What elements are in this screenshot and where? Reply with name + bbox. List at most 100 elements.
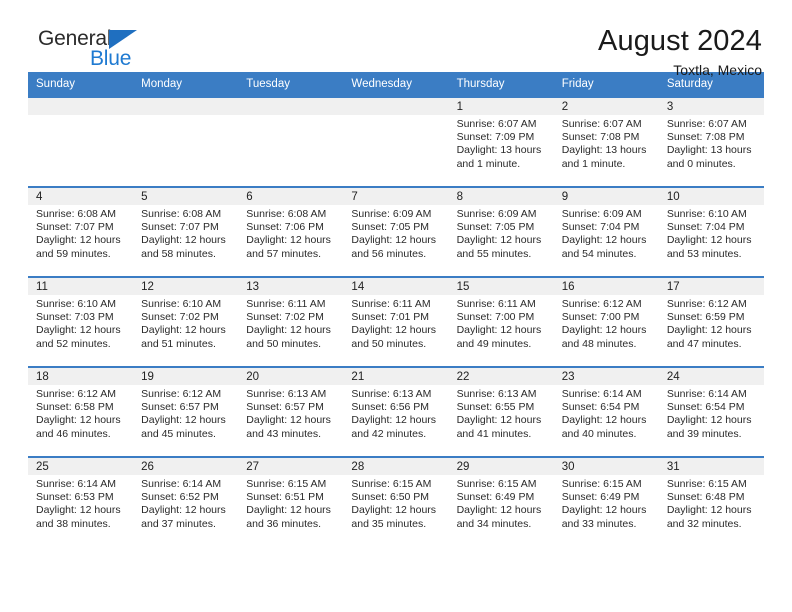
sunset-text: Sunset: 6:57 PM xyxy=(141,401,219,414)
day-cell[interactable]: 30 Sunrise: 6:15 AM Sunset: 6:49 PM Dayl… xyxy=(553,456,659,547)
day-cell[interactable]: 7 Sunrise: 6:09 AM Sunset: 7:05 PM Dayli… xyxy=(343,186,449,277)
sunset-text: Sunset: 7:07 PM xyxy=(141,221,219,234)
day-details: Sunrise: 6:10 AM Sunset: 7:02 PM Dayligh… xyxy=(133,295,238,351)
day-number: 9 xyxy=(553,188,659,205)
sunset-text: Sunset: 7:00 PM xyxy=(561,311,640,324)
day-details: Sunrise: 6:13 AM Sunset: 6:56 PM Dayligh… xyxy=(343,385,448,441)
daylight-text-line1: Daylight: 12 hours xyxy=(246,414,331,427)
day-cell[interactable] xyxy=(343,96,449,187)
day-cell[interactable]: 8 Sunrise: 6:09 AM Sunset: 7:05 PM Dayli… xyxy=(448,186,554,277)
day-number: 31 xyxy=(658,458,764,475)
daylight-text-line2: and 1 minute. xyxy=(456,157,521,170)
day-details: Sunrise: 6:14 AM Sunset: 6:54 PM Dayligh… xyxy=(554,385,659,441)
day-cell[interactable]: 25 Sunrise: 6:14 AM Sunset: 6:53 PM Dayl… xyxy=(28,456,134,547)
sunrise-text: Sunrise: 6:15 AM xyxy=(246,478,327,490)
daylight-text-line1: Daylight: 12 hours xyxy=(561,234,647,247)
day-cell[interactable]: 18 Sunrise: 6:12 AM Sunset: 6:58 PM Dayl… xyxy=(28,366,134,457)
day-cell[interactable]: 4 Sunrise: 6:08 AM Sunset: 7:07 PM Dayli… xyxy=(28,186,134,277)
daylight-text-line2: and 1 minute. xyxy=(561,157,626,170)
day-cell[interactable]: 26 Sunrise: 6:14 AM Sunset: 6:52 PM Dayl… xyxy=(133,456,239,547)
daylight-text-line1: Daylight: 12 hours xyxy=(561,504,647,517)
daylight-text-line1: Daylight: 12 hours xyxy=(141,504,226,517)
sunset-text: Sunset: 6:59 PM xyxy=(666,311,745,324)
daylight-text-line1: Daylight: 12 hours xyxy=(456,504,542,517)
day-cell[interactable]: 16 Sunrise: 6:12 AM Sunset: 7:00 PM Dayl… xyxy=(553,276,659,367)
day-cell[interactable]: 15 Sunrise: 6:11 AM Sunset: 7:00 PM Dayl… xyxy=(448,276,554,367)
daylight-text-line1: Daylight: 12 hours xyxy=(36,414,121,427)
daylight-text-line2: and 34 minutes. xyxy=(456,517,532,530)
day-number: 15 xyxy=(448,278,554,295)
daylight-text-line2: and 58 minutes. xyxy=(141,247,216,260)
daylight-text-line1: Daylight: 12 hours xyxy=(666,324,752,337)
day-cell[interactable]: 31 Sunrise: 6:15 AM Sunset: 6:48 PM Dayl… xyxy=(658,456,764,547)
day-cell[interactable]: 1 Sunrise: 6:07 AM Sunset: 7:09 PM Dayli… xyxy=(448,96,554,187)
daylight-text-line2: and 47 minutes. xyxy=(666,337,742,350)
day-number: 11 xyxy=(28,278,134,295)
sunset-text: Sunset: 6:53 PM xyxy=(36,491,114,504)
day-number: 26 xyxy=(133,458,239,475)
daylight-text-line1: Daylight: 12 hours xyxy=(561,324,647,337)
weekday-header-tuesday: Tuesday xyxy=(238,72,344,97)
day-cell[interactable]: 24 Sunrise: 6:14 AM Sunset: 6:54 PM Dayl… xyxy=(658,366,764,457)
sunset-text: Sunset: 7:02 PM xyxy=(141,311,219,324)
day-cell[interactable]: 6 Sunrise: 6:08 AM Sunset: 7:06 PM Dayli… xyxy=(238,186,344,277)
day-number: 22 xyxy=(448,368,554,385)
day-cell[interactable]: 17 Sunrise: 6:12 AM Sunset: 6:59 PM Dayl… xyxy=(658,276,764,367)
sunrise-text: Sunrise: 6:07 AM xyxy=(456,118,537,130)
sunrise-text: Sunrise: 6:08 AM xyxy=(36,208,116,220)
sunset-text: Sunset: 7:07 PM xyxy=(36,221,114,234)
day-details: Sunrise: 6:11 AM Sunset: 7:00 PM Dayligh… xyxy=(449,295,554,351)
day-cell[interactable]: 9 Sunrise: 6:09 AM Sunset: 7:04 PM Dayli… xyxy=(553,186,659,277)
day-cell[interactable]: 27 Sunrise: 6:15 AM Sunset: 6:51 PM Dayl… xyxy=(238,456,344,547)
day-cell[interactable]: 22 Sunrise: 6:13 AM Sunset: 6:55 PM Dayl… xyxy=(448,366,554,457)
day-details: Sunrise: 6:12 AM Sunset: 7:00 PM Dayligh… xyxy=(554,295,659,351)
day-cell[interactable]: 20 Sunrise: 6:13 AM Sunset: 6:57 PM Dayl… xyxy=(238,366,344,457)
sunset-text: Sunset: 7:08 PM xyxy=(666,131,745,144)
daylight-text-line2: and 42 minutes. xyxy=(351,427,427,440)
day-cell[interactable]: 29 Sunrise: 6:15 AM Sunset: 6:49 PM Dayl… xyxy=(448,456,554,547)
day-details: Sunrise: 6:08 AM Sunset: 7:07 PM Dayligh… xyxy=(28,205,133,261)
page-subtitle: Toxtla, Mexico xyxy=(673,62,762,79)
day-details: Sunrise: 6:15 AM Sunset: 6:49 PM Dayligh… xyxy=(554,475,659,531)
day-number: 6 xyxy=(238,188,344,205)
logo-text-blue: Blue xyxy=(90,47,132,70)
day-number: 1 xyxy=(448,98,554,115)
sunset-text: Sunset: 6:54 PM xyxy=(561,401,640,414)
sunrise-text: Sunrise: 6:09 AM xyxy=(351,208,432,220)
day-number: 25 xyxy=(28,458,134,475)
day-cell[interactable]: 2 Sunrise: 6:07 AM Sunset: 7:08 PM Dayli… xyxy=(553,96,659,187)
day-cell[interactable]: 21 Sunrise: 6:13 AM Sunset: 6:56 PM Dayl… xyxy=(343,366,449,457)
general-blue-logo[interactable]: General Blue xyxy=(28,26,148,76)
day-cell[interactable]: 12 Sunrise: 6:10 AM Sunset: 7:02 PM Dayl… xyxy=(133,276,239,367)
daylight-text-line2: and 35 minutes. xyxy=(351,517,427,530)
day-details: Sunrise: 6:07 AM Sunset: 7:08 PM Dayligh… xyxy=(659,115,764,171)
day-number: 17 xyxy=(658,278,764,295)
day-details: Sunrise: 6:13 AM Sunset: 6:57 PM Dayligh… xyxy=(238,385,343,441)
day-cell[interactable]: 23 Sunrise: 6:14 AM Sunset: 6:54 PM Dayl… xyxy=(553,366,659,457)
day-cell[interactable]: 14 Sunrise: 6:11 AM Sunset: 7:01 PM Dayl… xyxy=(343,276,449,367)
day-details: Sunrise: 6:09 AM Sunset: 7:05 PM Dayligh… xyxy=(449,205,554,261)
day-cell[interactable]: 19 Sunrise: 6:12 AM Sunset: 6:57 PM Dayl… xyxy=(133,366,239,457)
day-number: 8 xyxy=(448,188,554,205)
sunrise-text: Sunrise: 6:13 AM xyxy=(351,388,432,400)
title-block: August 2024 Toxtla, Mexico xyxy=(598,26,764,79)
calendar-grid: Sunday Monday Tuesday Wednesday Thursday… xyxy=(28,72,764,547)
day-cell[interactable]: 11 Sunrise: 6:10 AM Sunset: 7:03 PM Dayl… xyxy=(28,276,134,367)
day-cell[interactable] xyxy=(28,96,134,187)
daylight-text-line1: Daylight: 12 hours xyxy=(351,324,437,337)
day-cell[interactable] xyxy=(238,96,344,187)
daylight-text-line1: Daylight: 12 hours xyxy=(456,324,542,337)
day-cell[interactable] xyxy=(133,96,239,187)
daylight-text-line2: and 59 minutes. xyxy=(36,247,111,260)
day-cell[interactable]: 10 Sunrise: 6:10 AM Sunset: 7:04 PM Dayl… xyxy=(658,186,764,277)
sunrise-text: Sunrise: 6:11 AM xyxy=(246,298,326,310)
daylight-text-line2: and 32 minutes. xyxy=(666,517,742,530)
day-number xyxy=(343,98,449,115)
day-cell[interactable]: 13 Sunrise: 6:11 AM Sunset: 7:02 PM Dayl… xyxy=(238,276,344,367)
day-cell[interactable]: 3 Sunrise: 6:07 AM Sunset: 7:08 PM Dayli… xyxy=(658,96,764,187)
day-cell[interactable]: 5 Sunrise: 6:08 AM Sunset: 7:07 PM Dayli… xyxy=(133,186,239,277)
day-number: 13 xyxy=(238,278,344,295)
day-number: 5 xyxy=(133,188,239,205)
day-details: Sunrise: 6:15 AM Sunset: 6:51 PM Dayligh… xyxy=(238,475,343,531)
day-cell[interactable]: 28 Sunrise: 6:15 AM Sunset: 6:50 PM Dayl… xyxy=(343,456,449,547)
